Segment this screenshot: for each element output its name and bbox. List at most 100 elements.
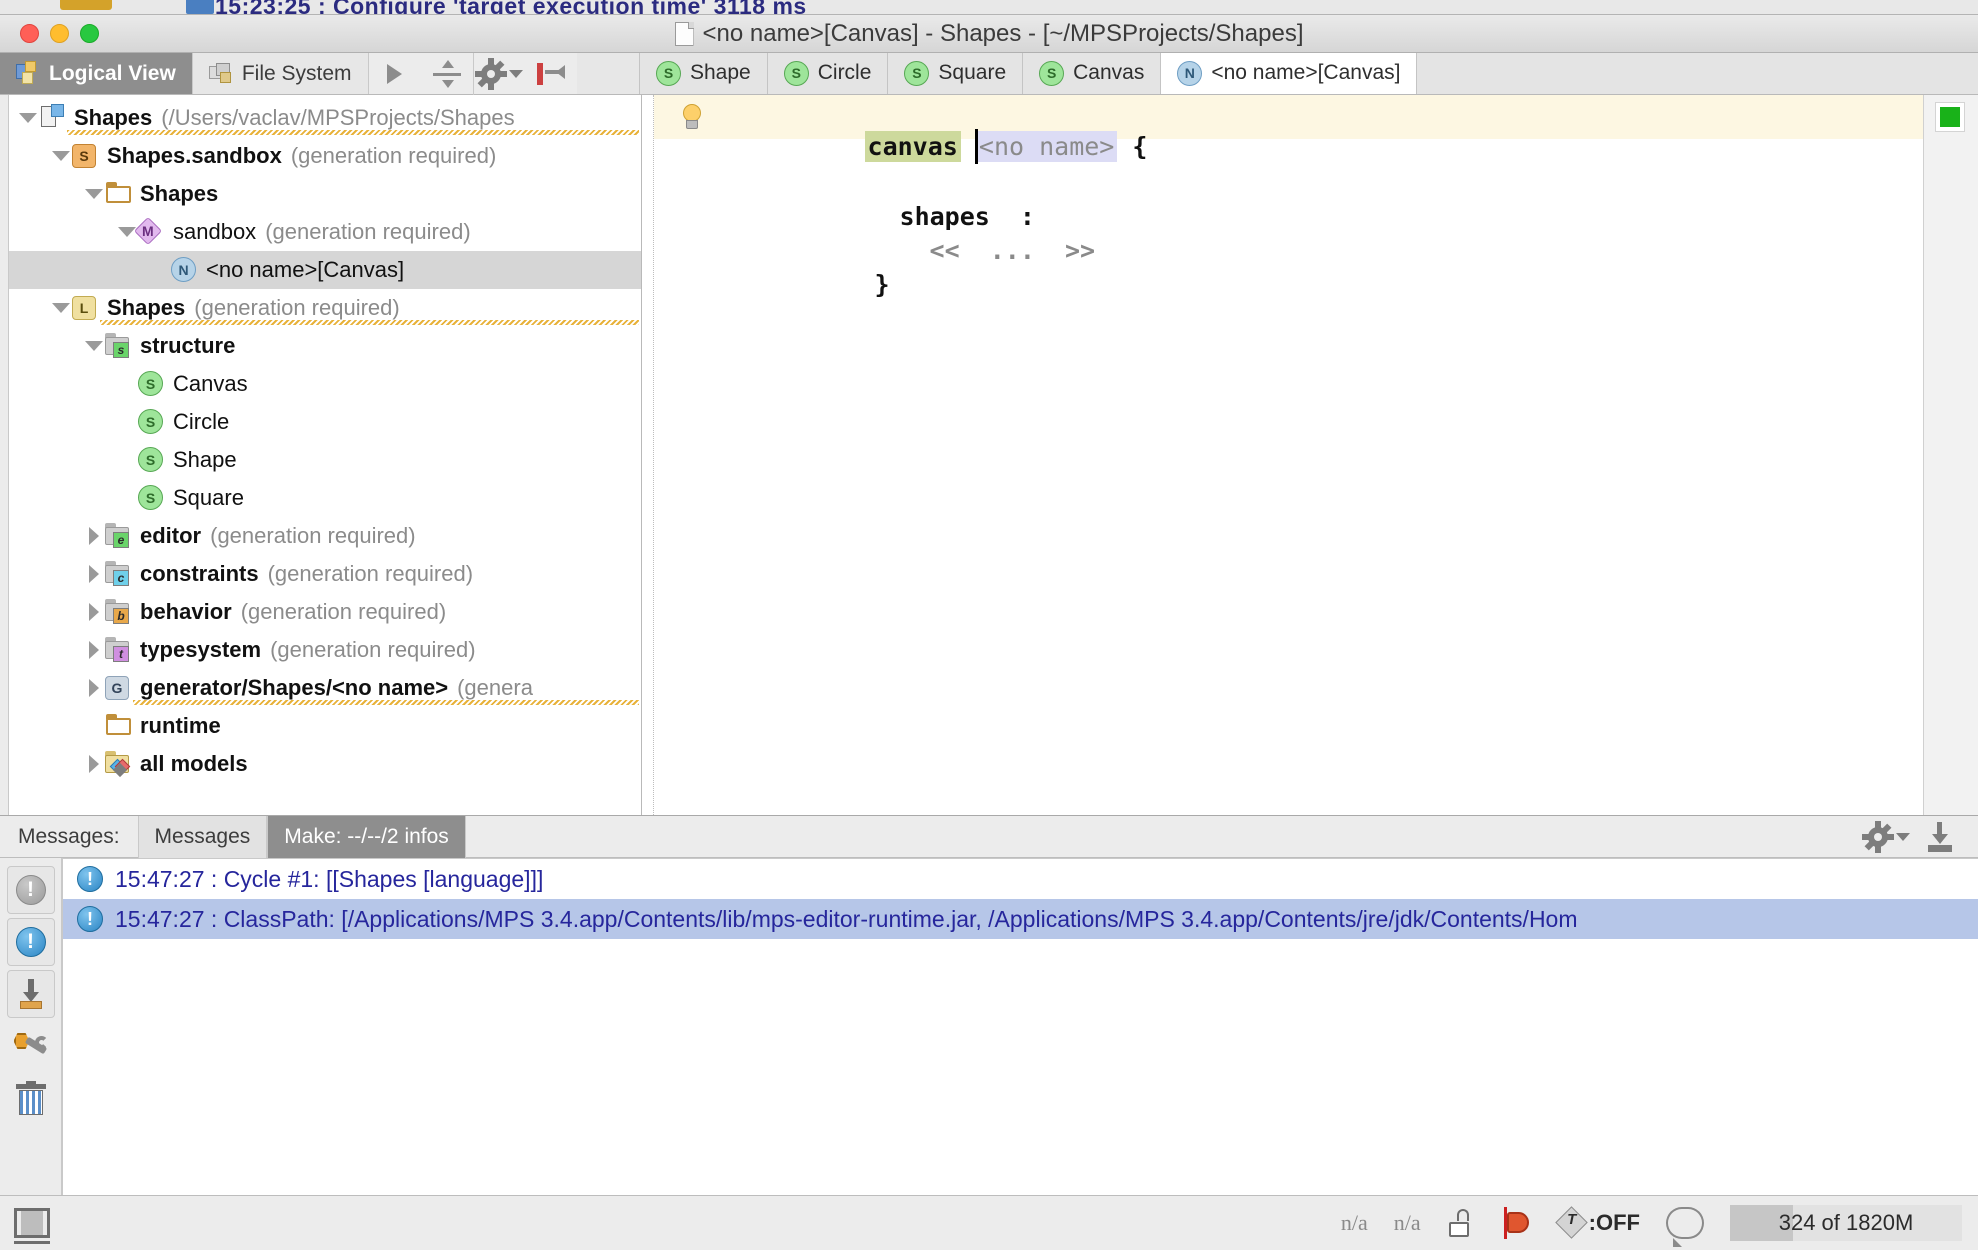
memory-indicator[interactable]: 324 of 1820M: [1730, 1205, 1962, 1241]
tree-row-label: Shapes.sandbox: [107, 143, 282, 168]
message-text: 15:47:27 : Cycle #1: [[Shapes [language]…: [115, 865, 544, 892]
document-icon: [674, 22, 694, 46]
generation-required-squiggle: [100, 320, 639, 325]
tree-row-label: sandbox: [173, 219, 257, 244]
line-separator-indicator[interactable]: n/a: [1394, 1210, 1421, 1236]
minimize-window-button[interactable]: [50, 24, 69, 43]
generator-icon: G: [105, 674, 133, 702]
tree-row-status: (generation required): [267, 561, 474, 586]
tree-row[interactable]: b behavior (generation required): [9, 593, 641, 631]
export-messages-button[interactable]: [1916, 813, 1964, 861]
messages-header-actions: [1861, 813, 1978, 861]
filter-errors-button[interactable]: !: [6, 866, 55, 914]
tree-row[interactable]: Shapes (/Users/vaclav/MPSProjects/Shapes: [9, 99, 641, 137]
tree-row[interactable]: S Shape: [9, 441, 641, 479]
tree-row[interactable]: all models: [9, 745, 641, 783]
editor-panel: canvas <no name> { shapes : << ... >> }: [642, 95, 1978, 815]
tab-file-system[interactable]: File System: [193, 53, 369, 94]
hide-panel-icon[interactable]: [525, 53, 577, 95]
editor-tab-square[interactable]: S Square: [888, 53, 1024, 94]
editor-right-gutter[interactable]: [1923, 95, 1978, 815]
view-tab-group: Logical View File System: [0, 52, 640, 95]
name-cell[interactable]: <no name>: [974, 129, 1118, 164]
tab-logical-view[interactable]: Logical View: [0, 53, 193, 94]
tree-row[interactable]: S Canvas: [9, 365, 641, 403]
notification-bubble-icon[interactable]: [1666, 1207, 1704, 1247]
tree-row[interactable]: t typesystem (generation required): [9, 631, 641, 669]
unlocked-icon[interactable]: [1447, 1209, 1471, 1237]
tree-row[interactable]: Ggenerator/Shapes/<no name> (genera: [9, 669, 641, 707]
expand-arrow-icon[interactable]: [83, 555, 105, 593]
editor-line-4[interactable]: }: [724, 241, 890, 328]
scroll-to-end-button[interactable]: [6, 970, 55, 1018]
all-ok-marker[interactable]: [1936, 103, 1964, 131]
expand-arrow-icon[interactable]: [83, 517, 105, 555]
clear-all-button[interactable]: [7, 1074, 55, 1122]
collapse-arrow-icon[interactable]: [83, 327, 105, 365]
zoom-window-button[interactable]: [80, 24, 99, 43]
tree-row[interactable]: e editor (generation required): [9, 517, 641, 555]
tree-row[interactable]: S Shapes.sandbox (generation required): [9, 137, 641, 175]
editor-content[interactable]: canvas <no name> { shapes : << ... >> }: [654, 95, 1923, 815]
expand-arrow-icon[interactable]: [83, 593, 105, 631]
collapse-all-icon[interactable]: [421, 53, 473, 95]
messages-settings-button[interactable]: [1861, 813, 1910, 861]
configure-button[interactable]: [7, 1022, 55, 1070]
editor-tab-canvas[interactable]: S Canvas: [1023, 53, 1162, 94]
editor-tab-no-name-canvas[interactable]: N <no name>[Canvas]: [1161, 53, 1418, 94]
expand-arrow-icon[interactable]: [83, 669, 105, 707]
tree-row[interactable]: Msandbox (generation required): [9, 213, 641, 251]
settings-gear-icon[interactable]: [472, 52, 525, 95]
traffic-light-group: [20, 24, 99, 43]
tree-row[interactable]: Shapes: [9, 175, 641, 213]
status-bar-left: [0, 1208, 50, 1244]
collapse-arrow-icon[interactable]: [50, 137, 72, 175]
transformation-icon: T: [1554, 1206, 1588, 1239]
close-window-button[interactable]: [20, 24, 39, 43]
background-window-text: 15:23:25 : Configure 'target execution t…: [215, 0, 807, 14]
tree-row-label: constraints: [140, 561, 259, 586]
editor-tab-shape[interactable]: S Shape: [640, 53, 768, 94]
tree-row-label: behavior: [140, 599, 232, 624]
tree-row[interactable]: runtime: [9, 707, 641, 745]
window-title: <no name>[Canvas] - Shapes - [~/MPSProje…: [702, 20, 1304, 47]
power-save-icon[interactable]: [1497, 1207, 1531, 1239]
messages-list[interactable]: ! 15:47:27 : Cycle #1: [[Shapes [language…: [62, 858, 1978, 1195]
chevron-down-icon: [508, 69, 523, 78]
tree-row[interactable]: N <no name>[Canvas]: [9, 251, 641, 289]
line-column-indicator[interactable]: n/a: [1341, 1210, 1368, 1236]
concept-icon: S: [138, 446, 166, 474]
message-row[interactable]: ! 15:47:27 : Cycle #1: [[Shapes [language…: [63, 859, 1978, 899]
tree-row[interactable]: S Circle: [9, 403, 641, 441]
blue-exclamation-icon: !: [15, 927, 46, 957]
project-tree[interactable]: Shapes (/Users/vaclav/MPSProjects/Shapes S…: [9, 95, 641, 815]
tree-row-label: typesystem: [140, 637, 262, 662]
generation-required-squiggle: [133, 700, 639, 705]
tab-messages[interactable]: Messages: [137, 815, 268, 858]
keyword-canvas: canvas: [864, 131, 961, 162]
message-row[interactable]: ! 15:47:27 : ClassPath: [/Applications/MP…: [63, 899, 1978, 939]
collapse-arrow-icon[interactable]: [50, 289, 72, 327]
tree-row[interactable]: L Shapes (generation required): [9, 289, 641, 327]
tree-row-label: Circle: [173, 409, 230, 434]
filter-info-button[interactable]: !: [6, 918, 55, 966]
collapse-arrow-icon[interactable]: [17, 99, 39, 137]
tree-row[interactable]: S Square: [9, 479, 641, 517]
expand-arrow-icon[interactable]: [83, 745, 105, 783]
editor-tab-circle[interactable]: S Circle: [767, 53, 889, 94]
collapse-arrow-icon[interactable]: [83, 175, 105, 213]
tree-toolbar: [368, 52, 577, 95]
transformation-indicator[interactable]: T :OFF: [1554, 1206, 1640, 1239]
node-badge-icon: N: [1177, 60, 1203, 86]
tree-row[interactable]: c constraints (generation required): [9, 555, 641, 593]
scroll-to-end-icon: [16, 979, 46, 1009]
lightbulb-icon[interactable]: [680, 104, 704, 130]
tab-make[interactable]: Make: --/--/2 infos: [267, 815, 466, 858]
toggle-tool-windows-icon[interactable]: [14, 1208, 50, 1244]
node-icon: N: [171, 256, 199, 284]
tree-row[interactable]: s structure: [9, 327, 641, 365]
expand-run-icon[interactable]: [369, 53, 421, 95]
tree-row-label: Shape: [173, 447, 237, 472]
expand-arrow-icon[interactable]: [83, 631, 105, 669]
trash-icon: [15, 1081, 46, 1115]
